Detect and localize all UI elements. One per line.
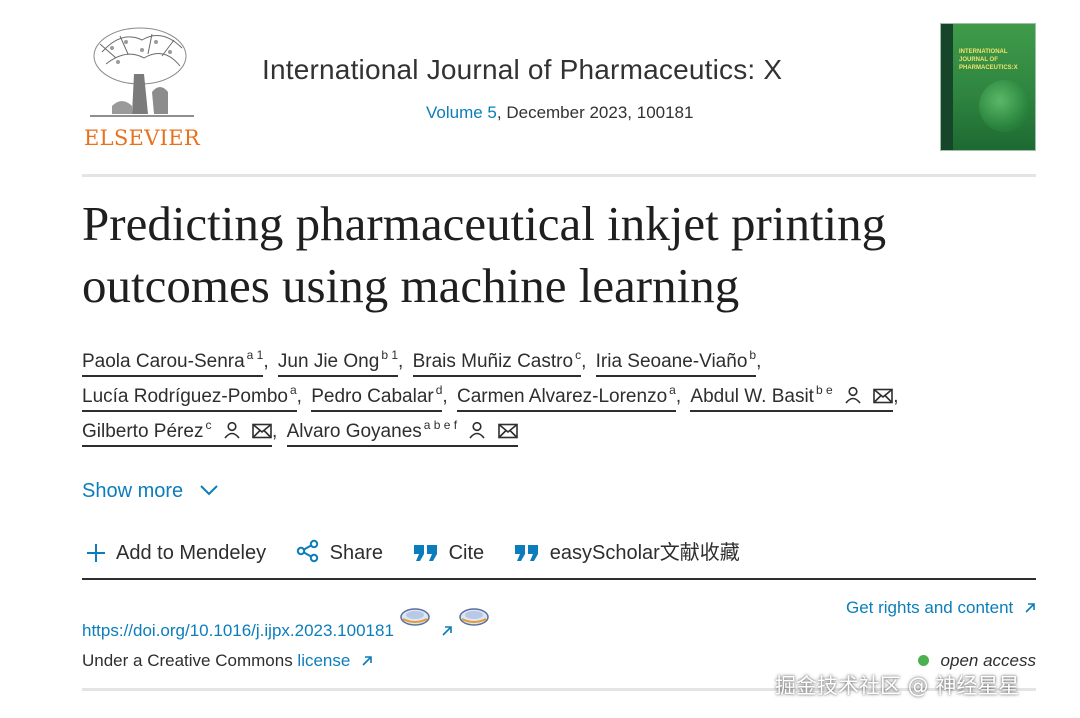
license-link-label: license bbox=[297, 651, 351, 670]
share-label: Share bbox=[329, 542, 384, 564]
separator: , bbox=[398, 351, 404, 372]
author-affiliation: a bbox=[289, 383, 297, 397]
cover-graphic bbox=[979, 80, 1031, 132]
cover-text: INTERNATIONAL JOURNAL OF PHARMACEUTICS:X bbox=[959, 49, 1018, 71]
license-link[interactable]: license bbox=[297, 651, 373, 670]
author-name: Paola Carou-Senra bbox=[82, 351, 245, 372]
cover-band bbox=[941, 24, 953, 150]
author-affiliation: c bbox=[205, 418, 212, 432]
author-affiliation: b e bbox=[815, 383, 833, 397]
author-link[interactable]: Alvaro Goyanes a b e f bbox=[286, 418, 518, 447]
plus-icon bbox=[87, 544, 105, 562]
author-name: Brais Muñiz Castro bbox=[412, 351, 574, 372]
easyscholar-button[interactable]: easyScholar文献收藏 bbox=[514, 536, 740, 565]
author-link[interactable]: Gilberto Pérez c bbox=[82, 418, 273, 447]
author-link[interactable]: Jun Jie Ong b 1 bbox=[277, 348, 398, 377]
author-affiliation: b bbox=[749, 348, 757, 362]
envelope-icon bbox=[497, 423, 518, 439]
cite-label: Cite bbox=[448, 542, 485, 564]
author-name: Iria Seoane-Viaño bbox=[595, 351, 748, 372]
rights-label: Get rights and content bbox=[845, 598, 1014, 617]
doi-link[interactable]: https://doi.org/10.1016/j.ijpx.2023.1001… bbox=[82, 606, 490, 641]
author-row-1: Paola Carou-Senra a 1, Jun Jie Ong b 1, Br… bbox=[82, 348, 765, 377]
share-icon bbox=[296, 539, 318, 563]
external-link-icon bbox=[362, 656, 372, 666]
quote-icon bbox=[413, 545, 437, 561]
actions-divider bbox=[82, 578, 1036, 580]
article-actions: Add to Mendeley Share Cite easyScholar文献… bbox=[86, 536, 764, 565]
author-affiliation: a 1 bbox=[246, 348, 264, 362]
separator: , bbox=[272, 421, 278, 442]
easyscholar-badge-icon[interactable] bbox=[458, 606, 490, 628]
author-link[interactable]: Abdul W. Basit b e bbox=[690, 383, 894, 412]
author-row-3: Gilberto Pérez c , Alvaro Goyanes a b e f bbox=[82, 418, 518, 447]
license-prefix: Under a Creative Commons bbox=[82, 651, 298, 670]
issue-details: , December 2023, 100181 bbox=[496, 103, 694, 122]
open-access-label: open access bbox=[940, 651, 1036, 670]
author-link[interactable]: Pedro Cabalar d bbox=[311, 383, 443, 412]
author-link[interactable]: Brais Muñiz Castro c bbox=[412, 348, 582, 377]
person-icon bbox=[469, 421, 486, 439]
author-name: Jun Jie Ong bbox=[277, 351, 380, 372]
mendeley-label: Add to Mendeley bbox=[116, 542, 267, 564]
separator: , bbox=[893, 386, 899, 407]
volume-link[interactable]: Volume 5 bbox=[426, 103, 497, 122]
easyscholar-badge-icon[interactable] bbox=[399, 606, 431, 628]
author-name: Gilberto Pérez bbox=[82, 421, 204, 442]
author-name: Abdul W. Basit bbox=[690, 386, 814, 407]
author-link[interactable]: Lucía Rodríguez-Pombo a bbox=[82, 383, 297, 412]
author-name: Lucía Rodríguez-Pombo bbox=[82, 386, 288, 407]
article-title: Predicting pharmaceutical inkjet printin… bbox=[82, 196, 887, 313]
author-affiliation: d bbox=[435, 383, 443, 397]
external-link-icon bbox=[1025, 603, 1035, 613]
quote-icon bbox=[514, 545, 538, 561]
person-icon bbox=[845, 386, 861, 404]
separator: , bbox=[581, 351, 587, 372]
header-divider bbox=[82, 174, 1036, 177]
separator: , bbox=[296, 386, 302, 407]
journal-title[interactable]: International Journal of Pharmaceutics: … bbox=[262, 54, 782, 86]
author-link[interactable]: Iria Seoane-Viaño b bbox=[595, 348, 757, 377]
envelope-icon bbox=[873, 388, 894, 404]
author-row-2: Lucía Rodríguez-Pombo a, Pedro Cabalar d, … bbox=[82, 383, 902, 412]
author-link[interactable]: Carmen Alvarez-Lorenzo a bbox=[456, 383, 676, 412]
author-affiliation: a bbox=[669, 383, 676, 397]
elsevier-tree-icon bbox=[90, 27, 194, 117]
add-to-mendeley-button[interactable]: Add to Mendeley bbox=[86, 542, 266, 565]
share-button[interactable]: Share bbox=[296, 539, 383, 565]
author-name: Carmen Alvarez-Lorenzo bbox=[456, 386, 668, 407]
cite-button[interactable]: Cite bbox=[413, 542, 485, 565]
show-more-button[interactable]: Show more bbox=[82, 480, 219, 503]
author-link[interactable]: Paola Carou-Senra a 1 bbox=[82, 348, 264, 377]
separator: , bbox=[442, 386, 448, 407]
elsevier-wordmark: ELSEVIER bbox=[84, 126, 200, 150]
chevron-down-icon bbox=[200, 485, 218, 496]
show-more-label: Show more bbox=[82, 480, 184, 502]
journal-cover-image[interactable]: INTERNATIONAL JOURNAL OF PHARMACEUTICS:X bbox=[940, 23, 1036, 151]
author-affiliation: a b e f bbox=[423, 418, 458, 432]
separator: , bbox=[756, 351, 762, 372]
author-name: Alvaro Goyanes bbox=[286, 421, 422, 442]
issue-info: Volume 5, December 2023, 100181 bbox=[426, 103, 693, 123]
get-rights-link[interactable]: Get rights and content bbox=[846, 598, 1036, 618]
open-access-badge: open access bbox=[917, 651, 1036, 671]
separator: , bbox=[263, 351, 269, 372]
elsevier-logo[interactable]: ELSEVIER bbox=[82, 22, 202, 154]
author-affiliation: b 1 bbox=[381, 348, 398, 362]
open-access-dot bbox=[917, 655, 929, 666]
author-name: Pedro Cabalar bbox=[311, 386, 434, 407]
license-info: Under a Creative Commons license bbox=[82, 651, 373, 671]
separator: , bbox=[675, 386, 682, 407]
watermark: 掘金技术社区 @ 神经星星 bbox=[775, 674, 1020, 698]
external-link-icon bbox=[442, 626, 453, 636]
envelope-icon bbox=[252, 423, 272, 439]
doi-text: https://doi.org/10.1016/j.ijpx.2023.1001… bbox=[82, 621, 394, 640]
person-icon bbox=[224, 421, 240, 439]
easyscholar-label: easyScholar文献收藏 bbox=[549, 542, 740, 564]
